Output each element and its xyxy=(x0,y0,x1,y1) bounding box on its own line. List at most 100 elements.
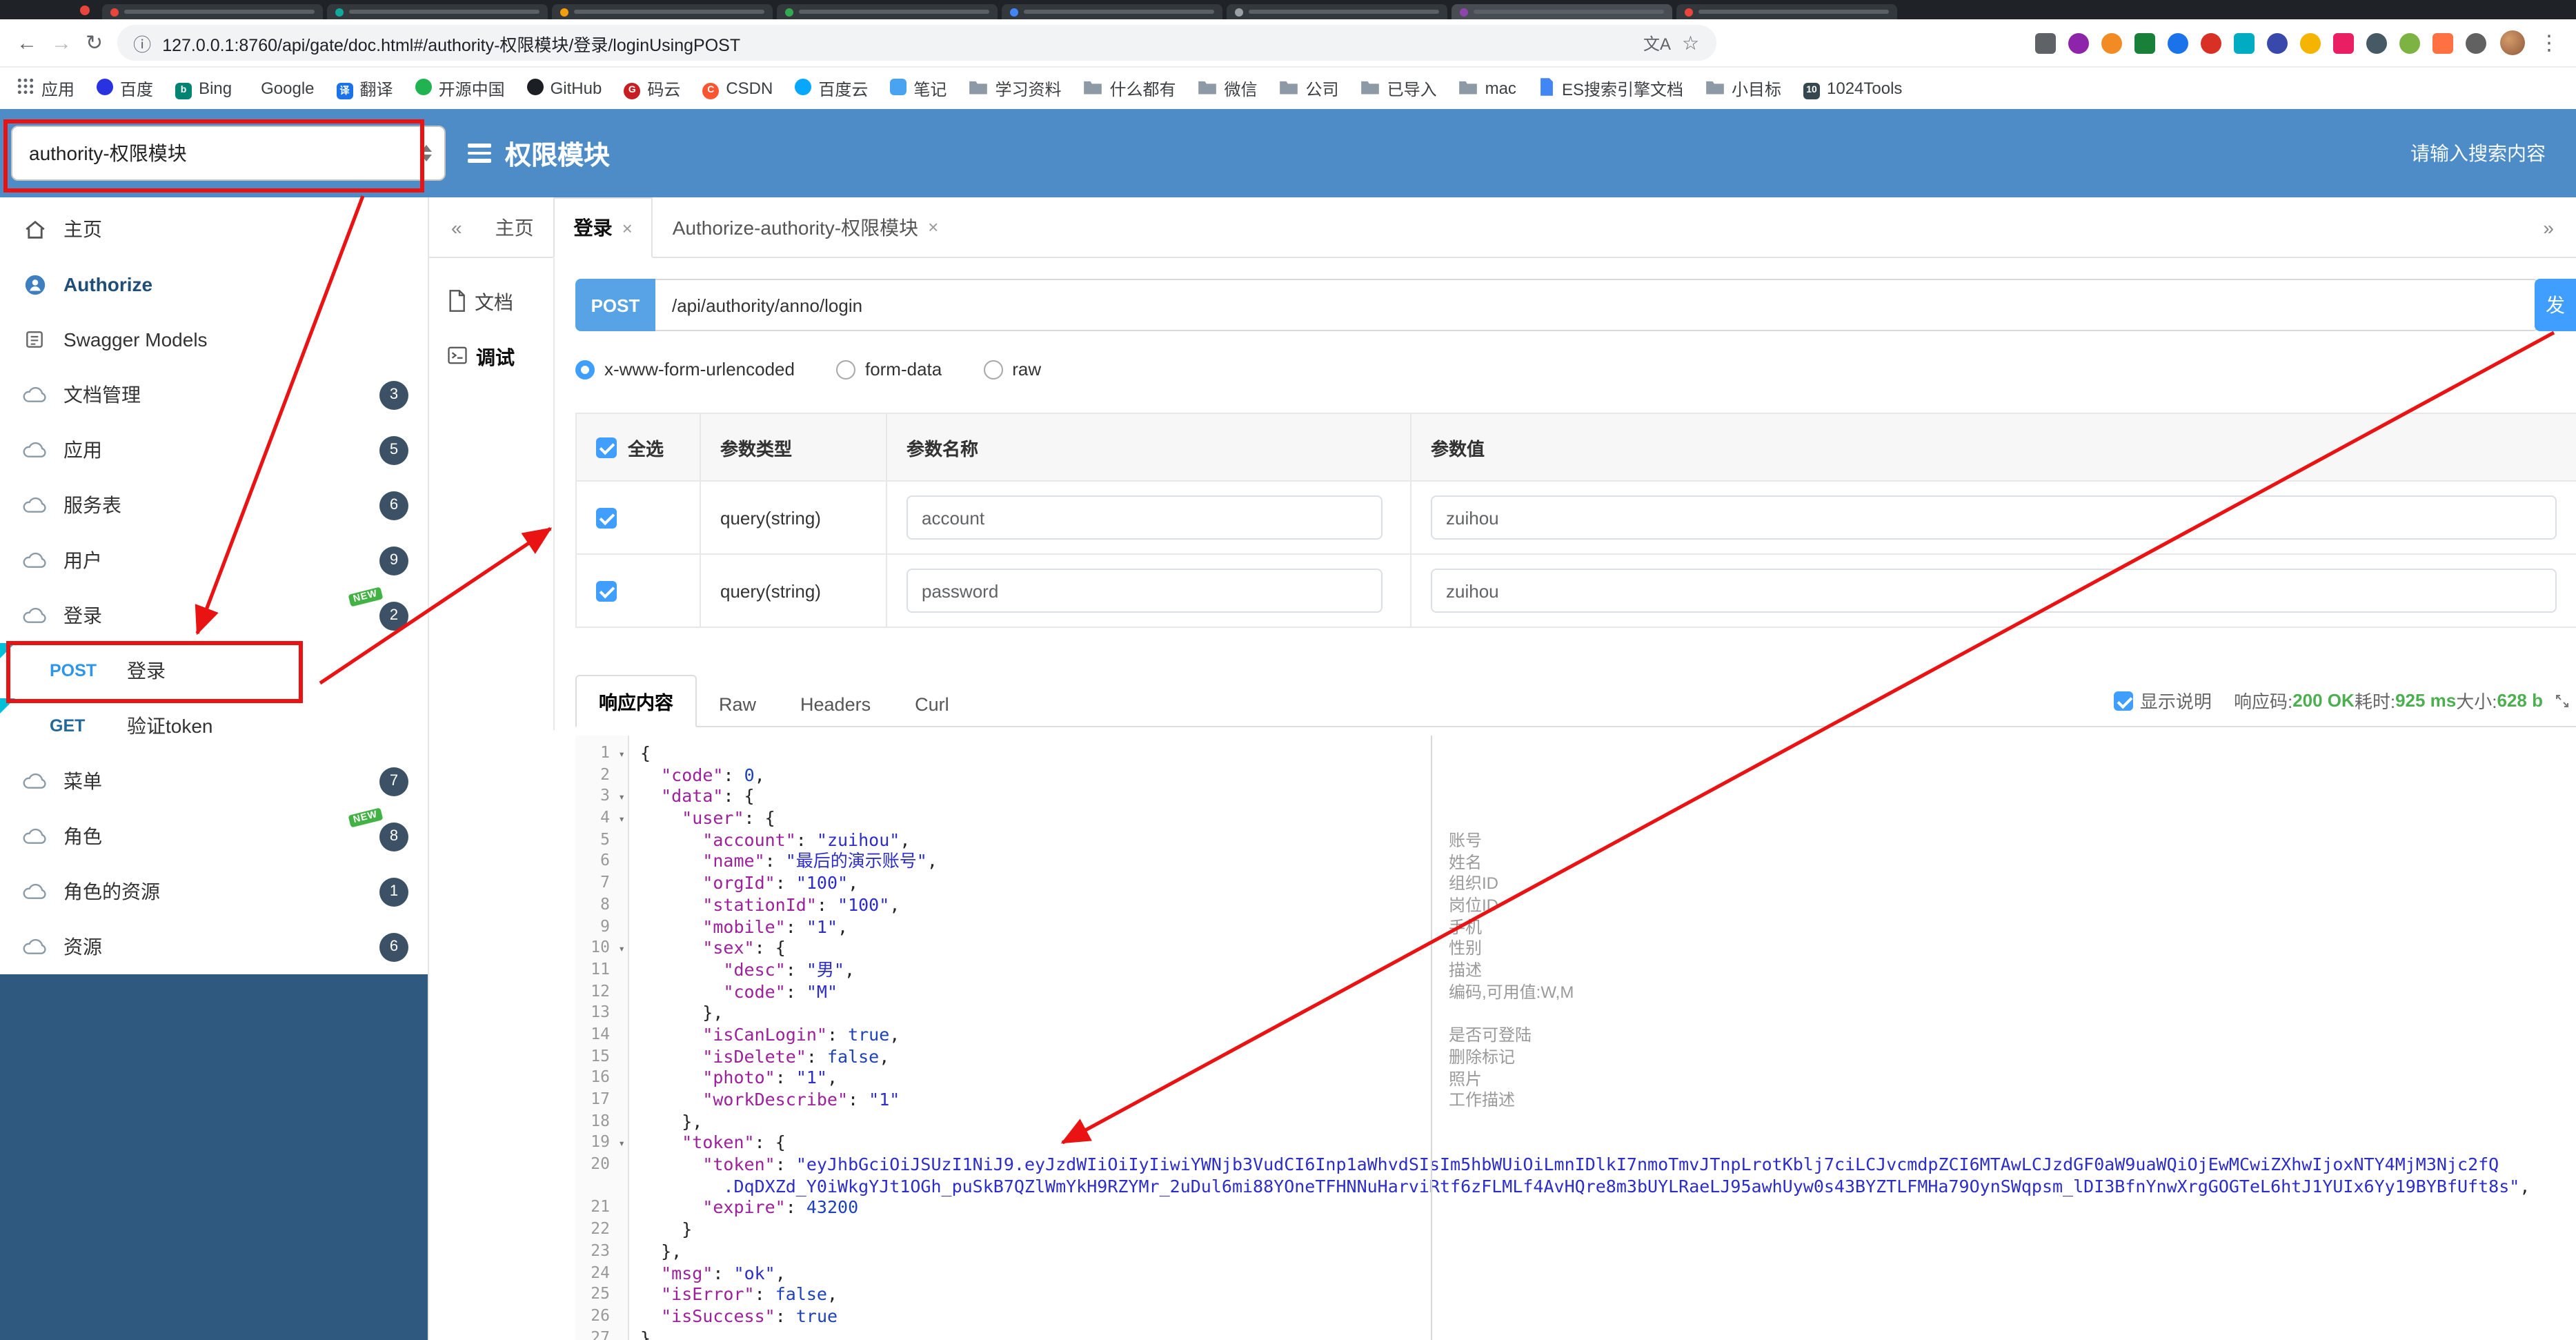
response-tab[interactable]: Curl xyxy=(893,683,971,726)
show-description-checkbox[interactable] xyxy=(2113,691,2133,710)
bookmark-item[interactable]: 译翻译 xyxy=(336,77,393,100)
fold-caret-icon[interactable]: ▾ xyxy=(618,938,625,960)
fold-caret-icon[interactable]: ▾ xyxy=(618,744,625,765)
request-url-input[interactable]: /api/authority/anno/login xyxy=(655,279,2539,331)
bookmark-item[interactable]: 小目标 xyxy=(1705,77,1781,100)
content-type-option[interactable]: x-www-form-urlencoded xyxy=(575,359,795,380)
bookmark-item[interactable]: b Bing xyxy=(175,78,232,99)
bookmark-item[interactable]: 百度云 xyxy=(795,77,868,100)
sidebar-item[interactable]: 主页 xyxy=(0,201,428,257)
content-tab[interactable]: Authorize-authority-权限模块 × xyxy=(653,198,958,256)
bookmark-star-icon[interactable]: ☆ xyxy=(1682,31,1699,55)
bookmark-item[interactable]: C CSDN xyxy=(702,78,773,99)
reload-icon[interactable]: ↻ xyxy=(86,30,103,55)
sidebar-item[interactable]: 菜单 7 xyxy=(0,753,428,809)
param-name-input[interactable]: password xyxy=(906,569,1383,613)
sidebar-endpoint-post[interactable]: POST 登录 xyxy=(0,643,428,698)
sidebar-item[interactable]: 用户 9 xyxy=(0,533,428,588)
nav-tab-debug[interactable]: 调试 xyxy=(429,330,553,385)
show-description-toggle[interactable]: 显示说明 xyxy=(2113,687,2212,713)
extension-icon[interactable] xyxy=(2433,32,2453,53)
response-tab[interactable]: Headers xyxy=(778,683,893,726)
content-tab[interactable]: 登录 × xyxy=(553,197,653,258)
content-type-option[interactable]: form-data xyxy=(835,359,942,380)
param-value-input[interactable]: zuihou xyxy=(1431,569,2557,613)
nav-tab-doc[interactable]: 文档 xyxy=(429,275,553,330)
fold-caret-icon[interactable]: ▾ xyxy=(618,809,625,830)
browser-tab[interactable] xyxy=(1676,4,1897,19)
apps-shortcut[interactable]: 应用 xyxy=(17,77,75,100)
bookmark-item[interactable]: 百度 xyxy=(97,77,153,100)
browser-tab[interactable] xyxy=(102,4,323,19)
extension-icon[interactable] xyxy=(2333,32,2354,53)
row-checkbox[interactable] xyxy=(596,580,617,601)
fullscreen-icon[interactable] xyxy=(2554,692,2570,709)
radio-icon[interactable] xyxy=(835,359,855,379)
response-tab[interactable]: Raw xyxy=(697,683,778,726)
bookmark-item[interactable]: 公司 xyxy=(1280,77,1339,100)
extension-icon[interactable] xyxy=(2300,32,2321,53)
extension-icon[interactable] xyxy=(2466,32,2486,53)
bookmark-item[interactable]: 已导入 xyxy=(1361,77,1437,100)
profile-avatar[interactable] xyxy=(2500,30,2525,55)
translate-icon[interactable]: 文A xyxy=(1643,31,1671,55)
radio-icon[interactable] xyxy=(983,359,1003,379)
close-icon[interactable]: × xyxy=(622,217,633,238)
browser-tab[interactable] xyxy=(1452,4,1672,19)
fold-caret-icon[interactable]: ▾ xyxy=(618,787,625,809)
bookmark-item[interactable]: mac xyxy=(1459,78,1516,99)
extension-icon[interactable] xyxy=(2101,32,2122,53)
send-button[interactable]: 发 xyxy=(2535,279,2576,331)
bookmark-item[interactable]: 笔记 xyxy=(890,77,947,100)
content-type-option[interactable]: raw xyxy=(983,359,1041,380)
browser-tab[interactable] xyxy=(327,4,548,19)
chevron-left-icon[interactable]: « xyxy=(437,216,476,238)
bookmark-item[interactable]: GitHub xyxy=(526,78,602,99)
menu-toggle-icon[interactable] xyxy=(468,144,491,163)
address-bar[interactable]: ⓘ 127.0.0.1:8760/api/gate/doc.html#/auth… xyxy=(117,25,1716,61)
bookmark-item[interactable]: 开源中国 xyxy=(415,77,505,100)
extension-icon[interactable] xyxy=(2399,32,2420,53)
sidebar-item[interactable]: Authorize xyxy=(0,257,428,312)
extension-icon[interactable] xyxy=(2134,32,2155,53)
bookmark-item[interactable]: 微信 xyxy=(1198,77,1258,100)
extension-icon[interactable] xyxy=(2201,32,2221,53)
search-input[interactable] xyxy=(2239,141,2548,166)
extension-icon[interactable] xyxy=(2267,32,2288,53)
param-value-input[interactable]: zuihou xyxy=(1431,495,2557,540)
back-icon[interactable]: ← xyxy=(17,31,37,55)
extension-icon[interactable] xyxy=(2234,32,2255,53)
sidebar-item[interactable]: 服务表 6 xyxy=(0,477,428,533)
browser-tab[interactable] xyxy=(552,4,773,19)
select-all-checkbox[interactable] xyxy=(596,437,617,457)
sidebar-endpoint-get[interactable]: GET 验证token xyxy=(0,698,428,753)
sidebar-item[interactable]: 应用 5 xyxy=(0,422,428,477)
sidebar-item[interactable]: 资源 6 xyxy=(0,919,428,974)
browser-tab[interactable] xyxy=(1227,4,1447,19)
extension-icon[interactable] xyxy=(2366,32,2387,53)
bookmark-item[interactable]: Google xyxy=(254,79,314,98)
bookmark-item[interactable]: 学习资料 xyxy=(969,77,1061,100)
extension-icon[interactable] xyxy=(2035,32,2056,53)
bookmark-item[interactable]: 10 1024Tools xyxy=(1803,78,1902,99)
module-select[interactable]: authority-权限模块 xyxy=(11,126,446,181)
sidebar-item[interactable]: 角色 NEW 8 xyxy=(0,807,428,864)
close-icon[interactable]: × xyxy=(928,217,938,237)
param-name-input[interactable]: account xyxy=(906,495,1383,540)
sidebar-item[interactable]: 文档管理 3 xyxy=(0,367,428,422)
site-info-icon[interactable]: ⓘ xyxy=(133,30,151,56)
sidebar-item[interactable]: 角色的资源 1 xyxy=(0,864,428,919)
response-tab[interactable]: 响应内容 xyxy=(575,675,697,727)
extension-icon[interactable] xyxy=(2068,32,2089,53)
radio-icon[interactable] xyxy=(575,359,595,379)
sidebar-item[interactable]: 登录 NEW 2 xyxy=(0,587,428,643)
browser-menu-icon[interactable]: ⋮ xyxy=(2539,30,2559,55)
forward-icon[interactable]: → xyxy=(51,31,72,55)
fold-caret-icon[interactable]: ▾ xyxy=(618,1134,625,1155)
extension-icon[interactable] xyxy=(2168,32,2188,53)
chevron-right-icon[interactable]: » xyxy=(2529,216,2568,238)
browser-tab[interactable] xyxy=(777,4,998,19)
sidebar-item[interactable]: Swagger Models xyxy=(0,312,428,367)
content-tab[interactable]: 主页 xyxy=(476,198,553,256)
bookmark-item[interactable]: 什么都有 xyxy=(1083,77,1176,100)
